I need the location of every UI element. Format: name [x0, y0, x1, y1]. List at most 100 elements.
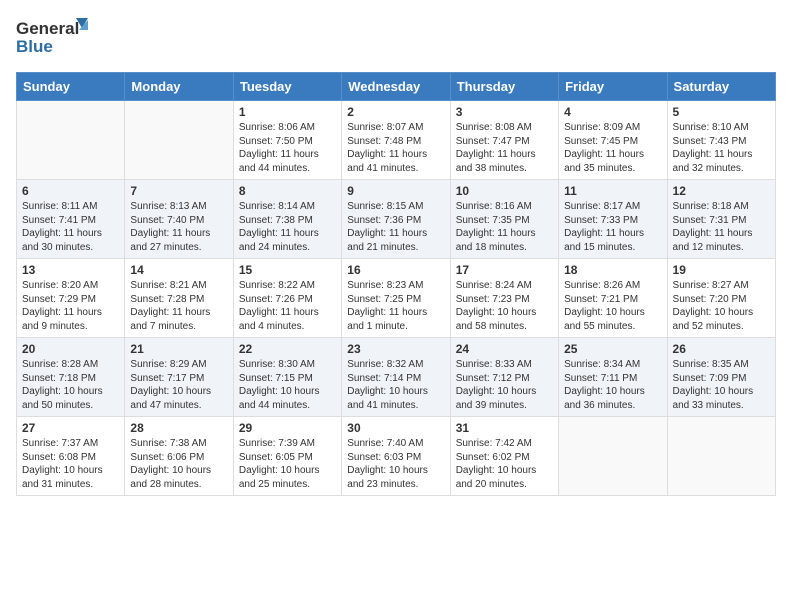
calendar-day-cell	[667, 417, 775, 496]
day-info: Sunrise: 7:39 AM Sunset: 6:05 PM Dayligh…	[239, 437, 336, 491]
calendar-day-cell: 24 Sunrise: 8:33 AM Sunset: 7:12 PM Dayli…	[450, 338, 558, 417]
calendar-day-cell: 27 Sunrise: 7:37 AM Sunset: 6:08 PM Dayli…	[17, 417, 125, 496]
day-number: 26	[673, 342, 770, 356]
weekday-header-sunday: Sunday	[17, 73, 125, 101]
weekday-header-monday: Monday	[125, 73, 233, 101]
weekday-header-tuesday: Tuesday	[233, 73, 341, 101]
day-info: Sunrise: 8:14 AM Sunset: 7:38 PM Dayligh…	[239, 200, 336, 254]
day-info: Sunrise: 8:20 AM Sunset: 7:29 PM Dayligh…	[22, 279, 119, 333]
calendar-day-cell: 8 Sunrise: 8:14 AM Sunset: 7:38 PM Daylig…	[233, 180, 341, 259]
day-number: 16	[347, 263, 444, 277]
day-info: Sunrise: 8:32 AM Sunset: 7:14 PM Dayligh…	[347, 358, 444, 412]
calendar-day-cell: 22Sunrise: 8:30 AM Sunset: 7:15 PM Dayli…	[233, 338, 341, 417]
day-number: 30	[347, 421, 444, 435]
day-number: 21	[130, 342, 227, 356]
day-info: Sunrise: 7:37 AM Sunset: 6:08 PM Dayligh…	[22, 437, 119, 491]
page-header: GeneralBlue	[16, 16, 776, 60]
calendar-day-cell: 18 Sunrise: 8:26 AM Sunset: 7:21 PM Dayli…	[559, 259, 667, 338]
day-info: Sunrise: 8:16 AM Sunset: 7:35 PM Dayligh…	[456, 200, 553, 254]
calendar-day-cell: 31 Sunrise: 7:42 AM Sunset: 6:02 PM Dayli…	[450, 417, 558, 496]
weekday-header-wednesday: Wednesday	[342, 73, 450, 101]
day-info: Sunrise: 8:28 AM Sunset: 7:18 PM Dayligh…	[22, 358, 119, 412]
day-number: 4	[564, 105, 661, 119]
day-number: 22	[239, 342, 336, 356]
day-info: Sunrise: 8:15 AM Sunset: 7:36 PM Dayligh…	[347, 200, 444, 254]
calendar-day-cell: 15Sunrise: 8:22 AM Sunset: 7:26 PM Dayli…	[233, 259, 341, 338]
weekday-header-friday: Friday	[559, 73, 667, 101]
day-number: 10	[456, 184, 553, 198]
day-number: 27	[22, 421, 119, 435]
calendar-day-cell: 23 Sunrise: 8:32 AM Sunset: 7:14 PM Dayli…	[342, 338, 450, 417]
day-number: 7	[130, 184, 227, 198]
calendar-day-cell: 16 Sunrise: 8:23 AM Sunset: 7:25 PM Dayli…	[342, 259, 450, 338]
day-number: 17	[456, 263, 553, 277]
day-number: 24	[456, 342, 553, 356]
svg-text:General: General	[16, 19, 79, 38]
calendar-day-cell: 26Sunrise: 8:35 AM Sunset: 7:09 PM Dayli…	[667, 338, 775, 417]
calendar-day-cell: 29 Sunrise: 7:39 AM Sunset: 6:05 PM Dayli…	[233, 417, 341, 496]
day-info: Sunrise: 7:42 AM Sunset: 6:02 PM Dayligh…	[456, 437, 553, 491]
day-info: Sunrise: 8:17 AM Sunset: 7:33 PM Dayligh…	[564, 200, 661, 254]
day-number: 31	[456, 421, 553, 435]
calendar-day-cell: 21 Sunrise: 8:29 AM Sunset: 7:17 PM Dayli…	[125, 338, 233, 417]
day-number: 28	[130, 421, 227, 435]
day-number: 20	[22, 342, 119, 356]
calendar-day-cell: 2Sunrise: 8:07 AM Sunset: 7:48 PM Daylig…	[342, 101, 450, 180]
day-number: 13	[22, 263, 119, 277]
calendar-day-cell	[559, 417, 667, 496]
calendar-day-cell: 6Sunrise: 8:11 AM Sunset: 7:41 PM Daylig…	[17, 180, 125, 259]
day-info: Sunrise: 8:06 AM Sunset: 7:50 PM Dayligh…	[239, 121, 336, 175]
day-number: 15	[239, 263, 336, 277]
calendar-day-cell: 17 Sunrise: 8:24 AM Sunset: 7:23 PM Dayli…	[450, 259, 558, 338]
day-info: Sunrise: 7:38 AM Sunset: 6:06 PM Dayligh…	[130, 437, 227, 491]
day-info: Sunrise: 8:10 AM Sunset: 7:43 PM Dayligh…	[673, 121, 770, 175]
day-info: Sunrise: 8:09 AM Sunset: 7:45 PM Dayligh…	[564, 121, 661, 175]
logo-svg: GeneralBlue	[16, 16, 96, 60]
calendar-day-cell: 4 Sunrise: 8:09 AM Sunset: 7:45 PM Daylig…	[559, 101, 667, 180]
logo: GeneralBlue	[16, 16, 96, 60]
day-number: 5	[673, 105, 770, 119]
calendar-day-cell	[125, 101, 233, 180]
calendar-day-cell: 11 Sunrise: 8:17 AM Sunset: 7:33 PM Dayli…	[559, 180, 667, 259]
calendar-day-cell: 5 Sunrise: 8:10 AM Sunset: 7:43 PM Daylig…	[667, 101, 775, 180]
svg-text:Blue: Blue	[16, 37, 53, 56]
calendar-week-row: 27 Sunrise: 7:37 AM Sunset: 6:08 PM Dayli…	[17, 417, 776, 496]
calendar-week-row: 20 Sunrise: 8:28 AM Sunset: 7:18 PM Dayli…	[17, 338, 776, 417]
day-info: Sunrise: 8:08 AM Sunset: 7:47 PM Dayligh…	[456, 121, 553, 175]
day-number: 18	[564, 263, 661, 277]
calendar-day-cell: 25Sunrise: 8:34 AM Sunset: 7:11 PM Dayli…	[559, 338, 667, 417]
day-number: 14	[130, 263, 227, 277]
calendar-table: SundayMondayTuesdayWednesdayThursdayFrid…	[16, 72, 776, 496]
weekday-header-saturday: Saturday	[667, 73, 775, 101]
calendar-week-row: 1 Sunrise: 8:06 AM Sunset: 7:50 PM Daylig…	[17, 101, 776, 180]
calendar-day-cell: 19 Sunrise: 8:27 AM Sunset: 7:20 PM Dayli…	[667, 259, 775, 338]
day-number: 3	[456, 105, 553, 119]
calendar-day-cell: 14 Sunrise: 8:21 AM Sunset: 7:28 PM Dayli…	[125, 259, 233, 338]
day-info: Sunrise: 8:33 AM Sunset: 7:12 PM Dayligh…	[456, 358, 553, 412]
day-number: 29	[239, 421, 336, 435]
day-number: 19	[673, 263, 770, 277]
day-info: Sunrise: 8:21 AM Sunset: 7:28 PM Dayligh…	[130, 279, 227, 333]
day-info: Sunrise: 7:40 AM Sunset: 6:03 PM Dayligh…	[347, 437, 444, 491]
calendar-week-row: 6Sunrise: 8:11 AM Sunset: 7:41 PM Daylig…	[17, 180, 776, 259]
day-info: Sunrise: 8:24 AM Sunset: 7:23 PM Dayligh…	[456, 279, 553, 333]
day-number: 1	[239, 105, 336, 119]
day-number: 8	[239, 184, 336, 198]
calendar-day-cell: 12Sunrise: 8:18 AM Sunset: 7:31 PM Dayli…	[667, 180, 775, 259]
calendar-week-row: 13 Sunrise: 8:20 AM Sunset: 7:29 PM Dayli…	[17, 259, 776, 338]
day-number: 9	[347, 184, 444, 198]
weekday-header-thursday: Thursday	[450, 73, 558, 101]
day-info: Sunrise: 8:29 AM Sunset: 7:17 PM Dayligh…	[130, 358, 227, 412]
calendar-day-cell: 3 Sunrise: 8:08 AM Sunset: 7:47 PM Daylig…	[450, 101, 558, 180]
calendar-day-cell: 1 Sunrise: 8:06 AM Sunset: 7:50 PM Daylig…	[233, 101, 341, 180]
calendar-day-cell: 28 Sunrise: 7:38 AM Sunset: 6:06 PM Dayli…	[125, 417, 233, 496]
day-number: 11	[564, 184, 661, 198]
calendar-day-cell: 10 Sunrise: 8:16 AM Sunset: 7:35 PM Dayli…	[450, 180, 558, 259]
day-number: 23	[347, 342, 444, 356]
day-info: Sunrise: 8:26 AM Sunset: 7:21 PM Dayligh…	[564, 279, 661, 333]
day-info: Sunrise: 8:23 AM Sunset: 7:25 PM Dayligh…	[347, 279, 444, 333]
calendar-day-cell: 13 Sunrise: 8:20 AM Sunset: 7:29 PM Dayli…	[17, 259, 125, 338]
day-info: Sunrise: 8:27 AM Sunset: 7:20 PM Dayligh…	[673, 279, 770, 333]
calendar-day-cell	[17, 101, 125, 180]
weekday-header-row: SundayMondayTuesdayWednesdayThursdayFrid…	[17, 73, 776, 101]
